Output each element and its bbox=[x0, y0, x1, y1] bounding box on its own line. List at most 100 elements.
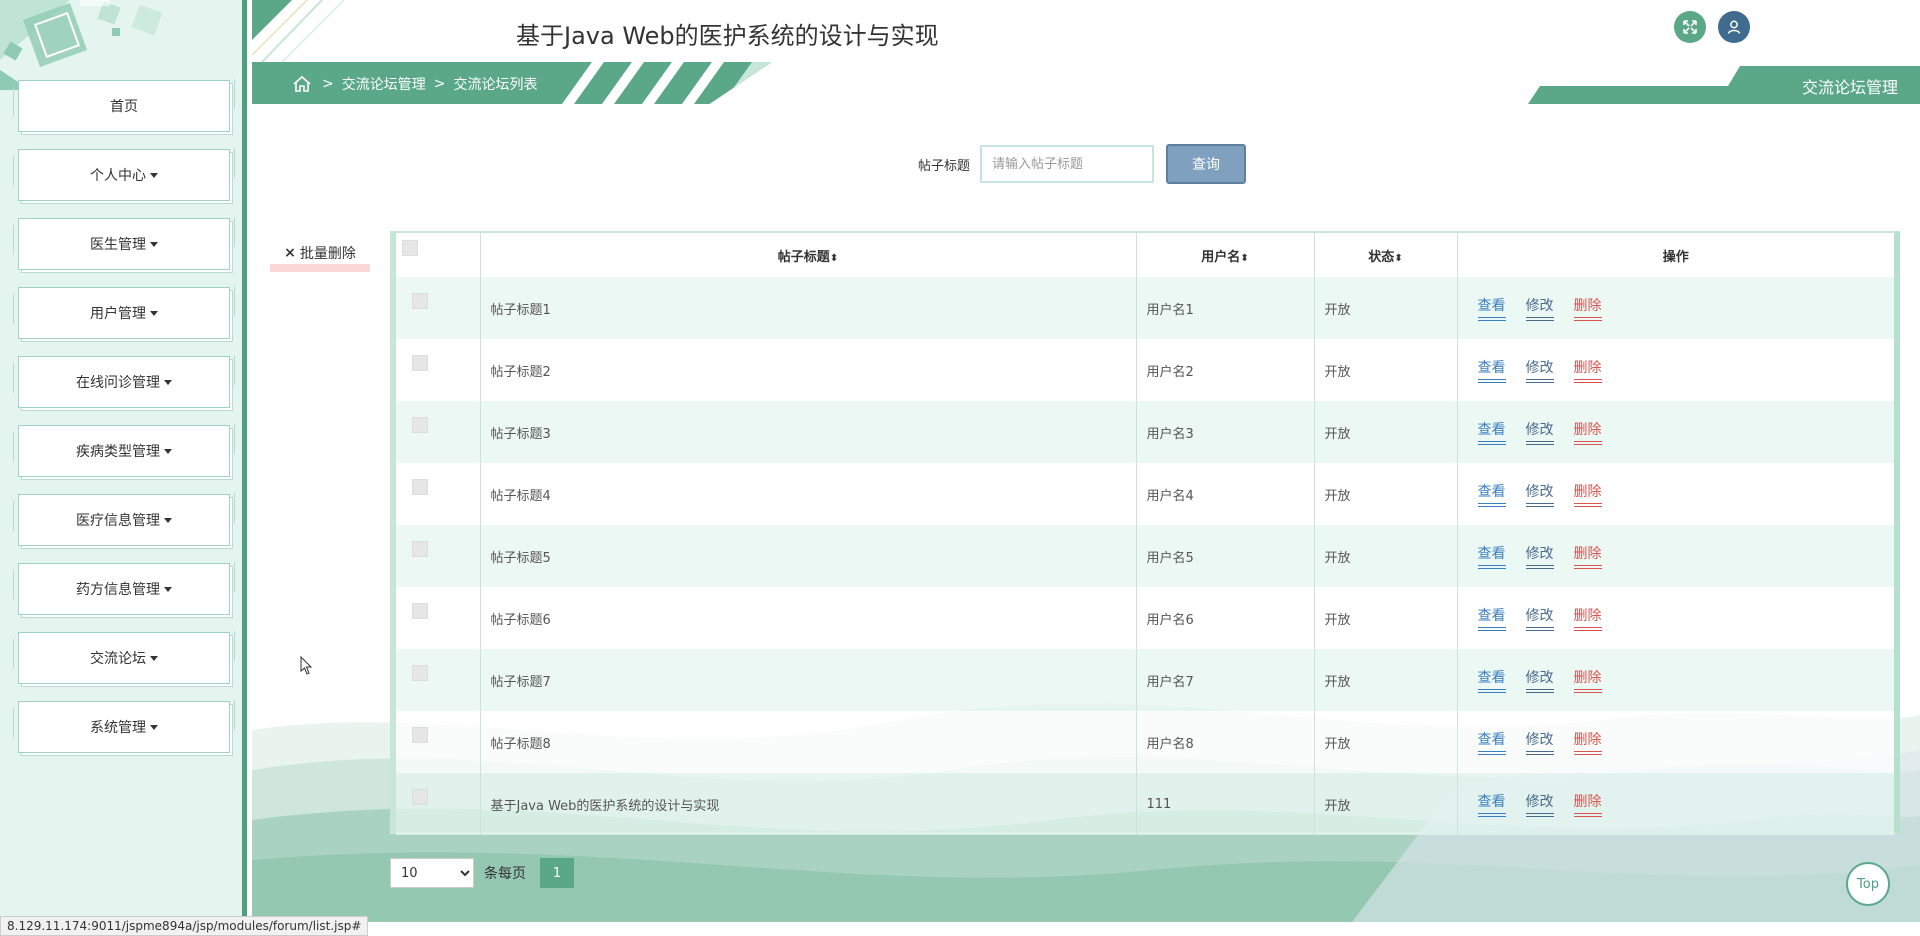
view-link[interactable]: 查看 bbox=[1477, 791, 1506, 817]
edit-link[interactable]: 修改 bbox=[1525, 791, 1554, 817]
view-link[interactable]: 查看 bbox=[1477, 481, 1506, 507]
sidebar-item-label: 在线问诊管理 bbox=[76, 375, 160, 391]
select-all-checkbox[interactable] bbox=[402, 240, 418, 256]
home-icon[interactable] bbox=[292, 75, 312, 93]
sort-icon: ⬍ bbox=[1240, 252, 1249, 264]
column-header-title[interactable]: 帖子标题⬍ bbox=[480, 233, 1137, 277]
column-header-username[interactable]: 用户名⬍ bbox=[1136, 233, 1315, 277]
delete-link[interactable]: 删除 bbox=[1573, 729, 1602, 755]
table-header-row: 帖子标题⬍ 用户名⬍ 状态⬍ 操作 bbox=[396, 233, 1894, 277]
row-checkbox[interactable] bbox=[412, 541, 428, 557]
breadcrumb-bar: > 交流论坛管理 > 交流论坛列表 bbox=[252, 62, 772, 104]
breadcrumb: > 交流论坛管理 > 交流论坛列表 bbox=[292, 74, 541, 94]
cell-username: 用户名2 bbox=[1136, 339, 1315, 401]
edit-link[interactable]: 修改 bbox=[1525, 605, 1554, 631]
close-icon: × bbox=[284, 245, 296, 261]
caret-down-icon bbox=[150, 724, 158, 730]
sidebar-item-9[interactable]: 系统管理 bbox=[18, 701, 230, 753]
sidebar-item-2[interactable]: 医生管理 bbox=[18, 218, 230, 270]
edit-link[interactable]: 修改 bbox=[1525, 295, 1554, 321]
pagination: 10 条每页 1 bbox=[390, 858, 574, 888]
batch-delete-button[interactable]: × 批量删除 bbox=[270, 242, 370, 272]
caret-down-icon bbox=[150, 172, 158, 178]
edit-link[interactable]: 修改 bbox=[1525, 543, 1554, 569]
edit-link[interactable]: 修改 bbox=[1525, 481, 1554, 507]
sidebar-item-label: 首页 bbox=[110, 99, 138, 115]
row-checkbox[interactable] bbox=[412, 479, 428, 495]
sidebar-menu: 首页个人中心医生管理用户管理在线问诊管理 疾病类型管理 医疗信息管理药方信息管理 交流… bbox=[18, 80, 230, 770]
edit-link[interactable]: 修改 bbox=[1525, 419, 1554, 445]
sidebar-item-6[interactable]: 医疗信息管理 bbox=[18, 494, 230, 546]
search-input[interactable] bbox=[977, 142, 1158, 186]
cell-title: 基于Java Web的医护系统的设计与实现 bbox=[480, 773, 1137, 835]
caret-down-icon bbox=[164, 586, 172, 592]
row-checkbox[interactable] bbox=[412, 727, 428, 743]
row-checkbox[interactable] bbox=[412, 603, 428, 619]
edit-link[interactable]: 修改 bbox=[1525, 667, 1554, 693]
cell-username: 111 bbox=[1136, 773, 1315, 835]
sidebar-item-label: 疾病类型管理 bbox=[76, 444, 160, 460]
delete-link[interactable]: 删除 bbox=[1573, 419, 1602, 445]
sidebar-item-7[interactable]: 药方信息管理 bbox=[18, 563, 230, 615]
sidebar-item-5[interactable]: 疾病类型管理 bbox=[18, 425, 230, 477]
forum-table: 帖子标题⬍ 用户名⬍ 状态⬍ 操作 帖子标题1 用户名1 开放 查看 修改 删除 帖子标题2… bbox=[390, 231, 1900, 835]
view-link[interactable]: 查看 bbox=[1477, 605, 1506, 631]
back-to-top-button[interactable]: Top bbox=[1846, 862, 1890, 906]
delete-link[interactable]: 删除 bbox=[1573, 605, 1602, 631]
search-label: 帖子标题 bbox=[918, 158, 971, 174]
cell-username: 用户名3 bbox=[1136, 401, 1315, 463]
view-link[interactable]: 查看 bbox=[1477, 667, 1506, 693]
row-checkbox[interactable] bbox=[412, 789, 428, 805]
table-row: 帖子标题2 用户名2 开放 查看 修改 删除 bbox=[396, 339, 1894, 401]
edit-link[interactable]: 修改 bbox=[1525, 357, 1554, 383]
row-checkbox[interactable] bbox=[412, 293, 428, 309]
view-link[interactable]: 查看 bbox=[1477, 543, 1506, 569]
header: 基于Java Web的医护系统的设计与实现 bbox=[252, 0, 1920, 62]
user-button[interactable] bbox=[1718, 11, 1750, 43]
delete-link[interactable]: 删除 bbox=[1573, 357, 1602, 383]
delete-link[interactable]: 删除 bbox=[1573, 295, 1602, 321]
cell-title: 帖子标题2 bbox=[480, 339, 1137, 401]
cell-actions: 查看 修改 删除 bbox=[1457, 463, 1894, 525]
view-link[interactable]: 查看 bbox=[1477, 729, 1506, 755]
table-row: 帖子标题7 用户名7 开放 查看 修改 删除 bbox=[396, 649, 1894, 711]
sidebar-item-1[interactable]: 个人中心 bbox=[18, 149, 230, 201]
table-row: 帖子标题6 用户名6 开放 查看 修改 删除 bbox=[396, 587, 1894, 649]
sidebar-item-0[interactable]: 首页 bbox=[18, 80, 230, 132]
delete-link[interactable]: 删除 bbox=[1573, 667, 1602, 693]
cell-status: 开放 bbox=[1314, 525, 1458, 587]
delete-link[interactable]: 删除 bbox=[1573, 481, 1602, 507]
sidebar-item-label: 医生管理 bbox=[90, 237, 146, 253]
sidebar-item-label: 医疗信息管理 bbox=[76, 513, 160, 529]
edit-link[interactable]: 修改 bbox=[1525, 729, 1554, 755]
cell-status: 开放 bbox=[1314, 277, 1458, 339]
cell-username: 用户名8 bbox=[1136, 711, 1315, 773]
breadcrumb-separator: > bbox=[322, 76, 334, 92]
sidebar-decoration bbox=[0, 0, 163, 90]
breadcrumb-level1[interactable]: 交流论坛管理 bbox=[342, 74, 426, 94]
search-button[interactable]: 查询 bbox=[1166, 144, 1247, 184]
sidebar-item-3[interactable]: 用户管理 bbox=[18, 287, 230, 339]
per-page-label: 条每页 bbox=[484, 866, 526, 882]
delete-link[interactable]: 删除 bbox=[1573, 791, 1602, 817]
column-header-status[interactable]: 状态⬍ bbox=[1314, 233, 1458, 277]
cell-username: 用户名5 bbox=[1136, 525, 1315, 587]
sidebar-item-4[interactable]: 在线问诊管理 bbox=[18, 356, 230, 408]
delete-link[interactable]: 删除 bbox=[1573, 543, 1602, 569]
cell-actions: 查看 修改 删除 bbox=[1457, 339, 1894, 401]
page-button-1[interactable]: 1 bbox=[540, 858, 574, 888]
row-checkbox[interactable] bbox=[412, 417, 428, 433]
user-icon bbox=[1727, 20, 1741, 34]
sidebar-item-8[interactable]: 交流论坛 bbox=[18, 632, 230, 684]
cell-title: 帖子标题4 bbox=[480, 463, 1137, 525]
cell-title: 帖子标题8 bbox=[480, 711, 1137, 773]
row-checkbox[interactable] bbox=[412, 665, 428, 681]
view-link[interactable]: 查看 bbox=[1477, 357, 1506, 383]
view-link[interactable]: 查看 bbox=[1477, 419, 1506, 445]
page-size-select[interactable]: 10 bbox=[390, 858, 474, 888]
table-row: 帖子标题4 用户名4 开放 查看 修改 删除 bbox=[396, 463, 1894, 525]
row-checkbox[interactable] bbox=[412, 355, 428, 371]
view-link[interactable]: 查看 bbox=[1477, 295, 1506, 321]
fullscreen-button[interactable] bbox=[1674, 11, 1706, 43]
caret-down-icon bbox=[150, 241, 158, 247]
